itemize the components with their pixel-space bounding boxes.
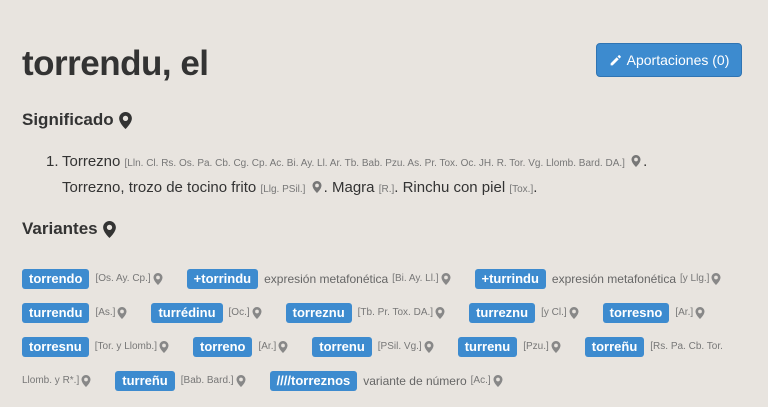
variant-item: torresnu [Tor. y Llomb.]	[22, 330, 171, 364]
variant-item: turrendu [As.]	[22, 296, 129, 330]
variant-item: torresno [Ar.]	[602, 296, 708, 330]
variant-item: ////torreznos variante de número [Ac.]	[269, 364, 505, 398]
map-pin-icon[interactable]	[159, 341, 169, 353]
meaning-sources[interactable]: [Tox.]	[509, 184, 533, 195]
variant-tag[interactable]: ////torreznos	[269, 371, 358, 391]
meaning-sources[interactable]: [Llg. PSil.]	[260, 184, 305, 195]
map-pin-icon[interactable]	[118, 111, 132, 129]
variant-item: torreznu [Tb. Pr. Tox. DA.]	[285, 296, 447, 330]
variant-desc: expresión metafonética	[551, 272, 676, 286]
map-pin-icon[interactable]	[569, 307, 579, 319]
variant-tag[interactable]: torreznu	[285, 303, 352, 323]
variant-sources[interactable]: [Bab. Bard.]	[181, 364, 234, 398]
variant-sources[interactable]: [Ar.]	[675, 296, 693, 330]
meaning-word: Torrezno	[62, 153, 121, 170]
variant-sources[interactable]: [y Cl.]	[541, 296, 567, 330]
map-pin-icon[interactable]	[312, 181, 322, 193]
map-pin-icon[interactable]	[117, 307, 127, 319]
map-pin-icon[interactable]	[631, 155, 641, 167]
meaning-definition: Magra	[331, 179, 375, 196]
variant-item: turrenu [Pzu.]	[457, 330, 563, 364]
pencil-icon	[610, 54, 621, 65]
variant-tag[interactable]: turreñu	[115, 371, 175, 391]
contributions-label: Aportaciones (0)	[626, 52, 730, 68]
variant-item: turreñu [Bab. Bard.]	[115, 364, 247, 398]
variant-desc: variante de número	[363, 374, 467, 388]
variant-tag[interactable]: torreñu	[584, 337, 645, 357]
map-pin-icon[interactable]	[435, 307, 445, 319]
variant-sources[interactable]: [Ar.]	[258, 330, 276, 364]
variant-sources[interactable]: [Os. Ay. Cp.]	[95, 262, 150, 296]
map-pin-icon[interactable]	[81, 375, 91, 387]
map-pin-icon[interactable]	[695, 307, 705, 319]
map-pin-icon[interactable]	[236, 375, 246, 387]
map-pin-icon[interactable]	[102, 220, 116, 238]
variant-item: turrédinu [Oc.]	[151, 296, 263, 330]
variant-sources[interactable]: Llomb. y R*.]	[22, 364, 79, 398]
variants-row: Llomb. y R*.] turreñu [Bab. Bard.] ////t…	[22, 364, 527, 398]
variant-tag[interactable]: torrendo	[22, 269, 90, 289]
variant-item: torrendo [Os. Ay. Cp.]	[22, 262, 165, 296]
variant-item: Llomb. y R*.]	[22, 364, 93, 398]
variant-sources[interactable]: [PSil. Vg.]	[378, 330, 422, 364]
meaning-sources[interactable]: [R.]	[379, 184, 395, 195]
variant-tag[interactable]: torresno	[602, 303, 670, 323]
variant-sources[interactable]: [Oc.]	[229, 296, 250, 330]
contributions-button[interactable]: Aportaciones (0)	[596, 43, 742, 77]
variant-sources[interactable]: [Ac.]	[471, 364, 491, 398]
variants-row: torrendo [Os. Ay. Cp.] +torrindu expresi…	[22, 262, 745, 296]
variant-item: turreznu [y Cl.]	[469, 296, 581, 330]
map-pin-icon[interactable]	[153, 273, 163, 285]
variant-sources[interactable]: [Rs. Pa. Cb. Tor.	[650, 330, 723, 364]
meaning-definition: Torrezno, trozo de tocino frito	[62, 179, 257, 196]
page-title: torrendu, el	[22, 44, 209, 83]
variants-row: turrendu [As.] turrédinu [Oc.] torreznu …	[22, 296, 729, 330]
variantes-heading: Variantes	[22, 219, 98, 238]
variant-sources[interactable]: [Bi. Ay. Ll.]	[392, 262, 438, 296]
meaning-sources[interactable]: [Lln. Cl. Rs. Os. Pa. Cb. Cg. Cp. Ac. Bi…	[125, 158, 625, 169]
variant-sources[interactable]: [As.]	[95, 296, 115, 330]
map-pin-icon[interactable]	[424, 341, 434, 353]
meaning-list: 1. Torrezno [Lln. Cl. Rs. Os. Pa. Cb. Cg…	[46, 150, 746, 202]
map-pin-icon[interactable]	[711, 273, 721, 285]
variant-tag[interactable]: +torrindu	[186, 269, 259, 289]
variant-tag[interactable]: torrenu	[312, 337, 372, 357]
meaning-definition: Rinchu con piel	[402, 179, 506, 196]
variant-sources[interactable]: [y Llg.]	[680, 262, 709, 296]
map-pin-icon[interactable]	[252, 307, 262, 319]
variant-sources[interactable]: [Pzu.]	[523, 330, 549, 364]
variant-tag[interactable]: turrenu	[457, 337, 518, 357]
section-variantes: Variantes	[22, 219, 116, 239]
map-pin-icon[interactable]	[493, 375, 503, 387]
variant-tag[interactable]: torreno	[192, 337, 253, 357]
section-significado: Significado	[22, 110, 132, 130]
variant-tag[interactable]: turreznu	[469, 303, 536, 323]
variant-tag[interactable]: +turrindu	[474, 269, 546, 289]
meaning-number: 1.	[46, 153, 59, 170]
map-pin-icon[interactable]	[441, 273, 451, 285]
variant-tag[interactable]: turrendu	[22, 303, 90, 323]
significado-heading: Significado	[22, 110, 114, 129]
variant-item: torrenu [PSil. Vg.]	[312, 330, 435, 364]
variant-sources[interactable]: [Tb. Pr. Tox. DA.]	[358, 296, 433, 330]
meaning-item: Torrezno [Lln. Cl. Rs. Os. Pa. Cb. Cg. C…	[62, 153, 648, 196]
variant-sources[interactable]: [Tor. y Llomb.]	[95, 330, 157, 364]
map-pin-icon[interactable]	[551, 341, 561, 353]
variants-row: torresnu [Tor. y Llomb.] torreno [Ar.] t…	[22, 330, 723, 364]
variant-tag[interactable]: turrédinu	[151, 303, 223, 323]
variant-item: +torrindu expresión metafonética [Bi. Ay…	[186, 262, 453, 296]
variant-item: torreno [Ar.]	[192, 330, 290, 364]
variant-tag[interactable]: torresnu	[22, 337, 89, 357]
variant-item: +turrindu expresión metafonética [y Llg.…	[474, 262, 724, 296]
map-pin-icon[interactable]	[278, 341, 288, 353]
variant-desc: expresión metafonética	[264, 272, 389, 286]
variant-item: torreñu [Rs. Pa. Cb. Tor.	[584, 330, 723, 364]
